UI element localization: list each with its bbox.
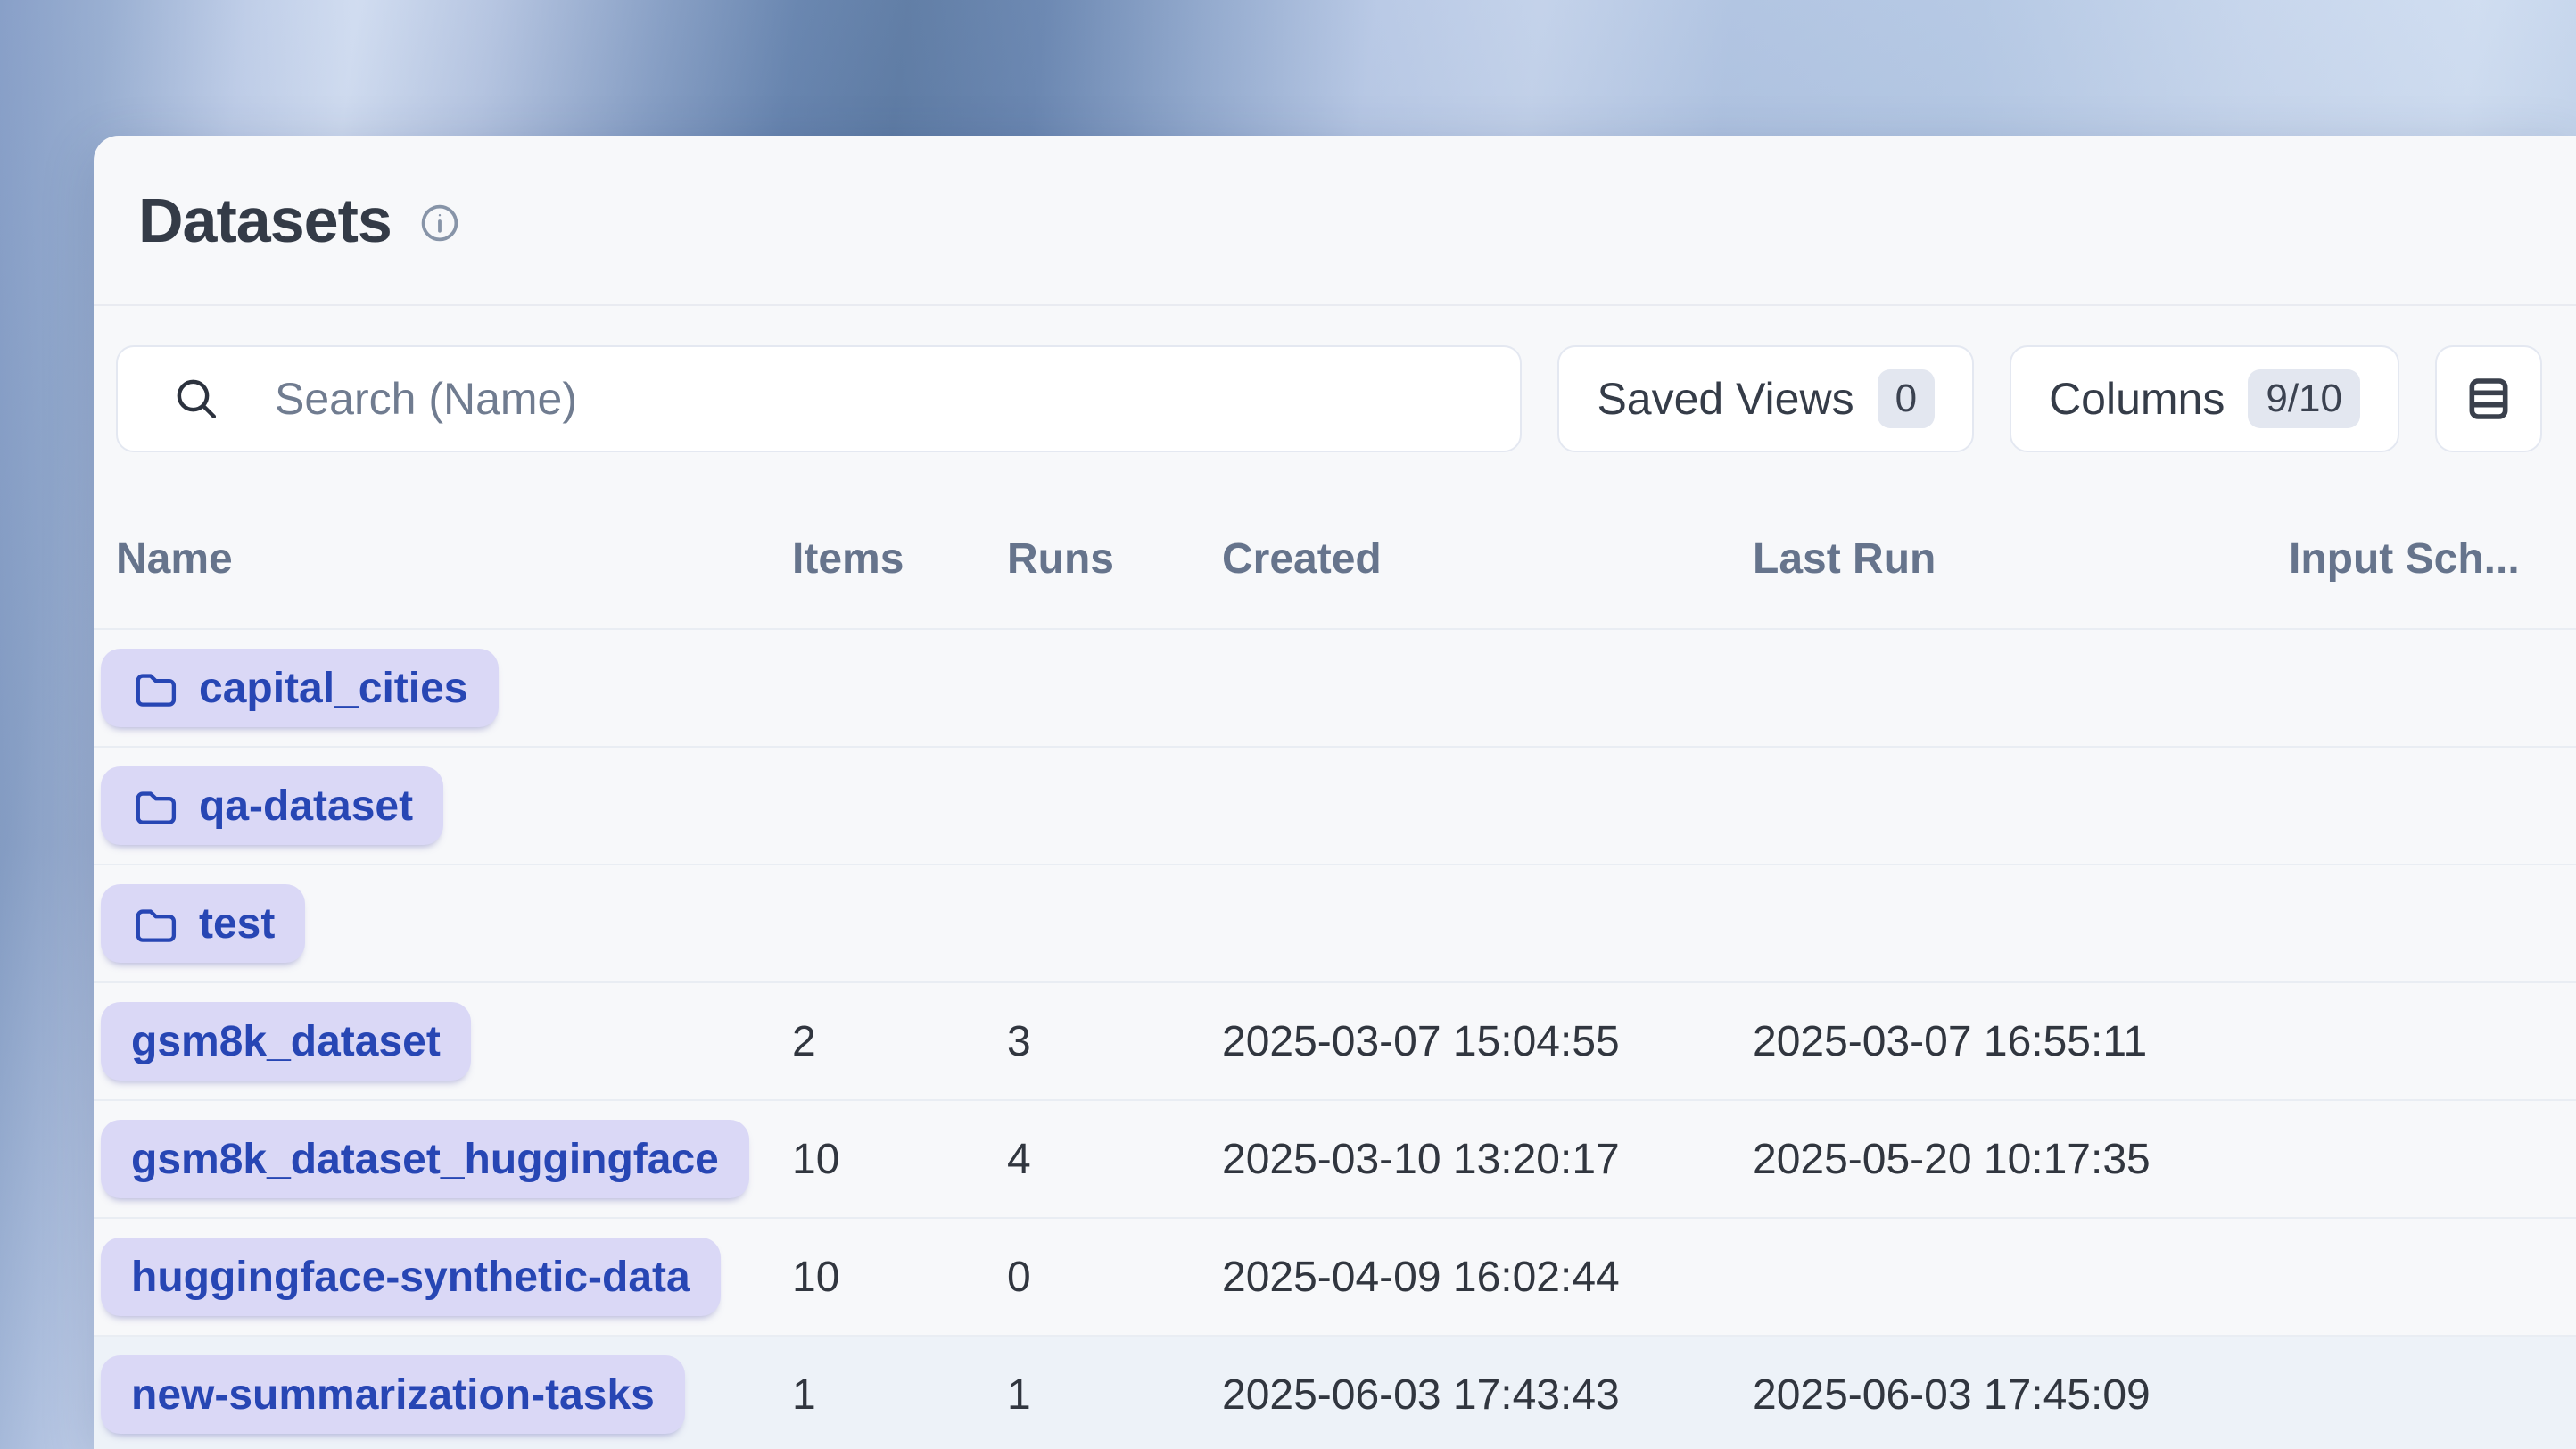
runs-cell: 0	[1007, 1253, 1222, 1302]
column-header-last-run[interactable]: Last Run	[1753, 534, 2289, 584]
saved-views-count: 0	[1878, 369, 1935, 428]
items-cell: 2	[792, 1017, 1007, 1066]
toolbar: Saved Views 0 Columns 9/10	[116, 345, 2542, 452]
created-cell: 2025-06-03 17:43:43	[1222, 1370, 1753, 1420]
last-run-cell: 2025-03-07 16:55:11	[1753, 1017, 2289, 1066]
items-cell: 1	[792, 1370, 1007, 1420]
columns-button[interactable]: Columns 9/10	[2010, 345, 2399, 452]
search-input[interactable]	[116, 345, 1522, 452]
search-container	[116, 345, 1522, 452]
name-cell: capital_cities	[116, 649, 792, 727]
dataset-name: capital_cities	[199, 664, 468, 713]
table-body: capital_cities qa-dataset test gsm8k_datase…	[94, 628, 2576, 1449]
column-header-input-sch[interactable]: Input Sch...	[2289, 534, 2576, 584]
table-row[interactable]: qa-dataset	[94, 746, 2576, 864]
name-cell: test	[116, 884, 792, 963]
created-cell: 2025-04-09 16:02:44	[1222, 1253, 1753, 1302]
panel-header: Datasets	[94, 136, 2576, 304]
columns-count: 9/10	[2248, 369, 2360, 428]
name-cell: gsm8k_dataset	[116, 1002, 792, 1081]
table-row[interactable]: test	[94, 864, 2576, 981]
runs-cell: 1	[1007, 1370, 1222, 1420]
folder-icon	[131, 665, 178, 711]
dataset-badge[interactable]: gsm8k_dataset_huggingface	[101, 1120, 749, 1198]
saved-views-button[interactable]: Saved Views 0	[1557, 345, 1974, 452]
folder-icon	[131, 782, 178, 829]
name-cell: huggingface-synthetic-data	[116, 1238, 792, 1316]
datasets-panel: Datasets Saved Views 0 Columns	[94, 136, 2576, 1449]
dataset-name: huggingface-synthetic-data	[131, 1253, 690, 1302]
table-row[interactable]: gsm8k_dataset 232025-03-07 15:04:552025-0…	[94, 981, 2576, 1099]
row-height-button[interactable]	[2435, 345, 2542, 452]
header-divider	[94, 304, 2576, 306]
items-cell: 10	[792, 1253, 1007, 1302]
table-rows-icon	[2460, 370, 2517, 427]
folder-badge[interactable]: test	[101, 884, 305, 963]
table-row[interactable]: new-summarization-tasks112025-06-03 17:4…	[94, 1335, 2576, 1449]
dataset-name: test	[199, 899, 275, 948]
folder-badge[interactable]: qa-dataset	[101, 766, 443, 845]
dataset-name: gsm8k_dataset	[131, 1017, 441, 1066]
created-cell: 2025-03-10 13:20:17	[1222, 1135, 1753, 1184]
last-run-cell: 2025-06-03 17:45:09	[1753, 1370, 2289, 1420]
dataset-name: qa-dataset	[199, 782, 413, 831]
folder-badge[interactable]: capital_cities	[101, 649, 499, 727]
dataset-badge[interactable]: gsm8k_dataset	[101, 1002, 471, 1081]
saved-views-label: Saved Views	[1597, 373, 1854, 425]
table-row[interactable]: capital_cities	[94, 628, 2576, 746]
column-header-runs[interactable]: Runs	[1007, 534, 1222, 584]
info-icon[interactable]	[418, 202, 461, 244]
dataset-name: gsm8k_dataset_huggingface	[131, 1135, 719, 1184]
search-icon	[171, 374, 221, 424]
columns-label: Columns	[2049, 373, 2225, 425]
dataset-badge[interactable]: huggingface-synthetic-data	[101, 1238, 721, 1316]
column-header-name[interactable]: Name	[116, 534, 792, 584]
page-title: Datasets	[138, 185, 392, 256]
table-row[interactable]: gsm8k_dataset_huggingface 1042025-03-10 1…	[94, 1099, 2576, 1217]
folder-icon	[131, 900, 178, 947]
name-cell: gsm8k_dataset_huggingface	[116, 1120, 792, 1198]
dataset-name: new-summarization-tasks	[131, 1370, 655, 1420]
table-header-row: NameItemsRunsCreatedLast RunInput Sch...	[94, 452, 2576, 628]
table-row[interactable]: huggingface-synthetic-data 1002025-04-09 …	[94, 1217, 2576, 1335]
items-cell: 10	[792, 1135, 1007, 1184]
column-header-items[interactable]: Items	[792, 534, 1007, 584]
name-cell: new-summarization-tasks	[116, 1355, 792, 1434]
name-cell: qa-dataset	[116, 766, 792, 845]
last-run-cell: 2025-05-20 10:17:35	[1753, 1135, 2289, 1184]
dataset-badge[interactable]: new-summarization-tasks	[101, 1355, 685, 1434]
created-cell: 2025-03-07 15:04:55	[1222, 1017, 1753, 1066]
runs-cell: 4	[1007, 1135, 1222, 1184]
column-header-created[interactable]: Created	[1222, 534, 1753, 584]
runs-cell: 3	[1007, 1017, 1222, 1066]
